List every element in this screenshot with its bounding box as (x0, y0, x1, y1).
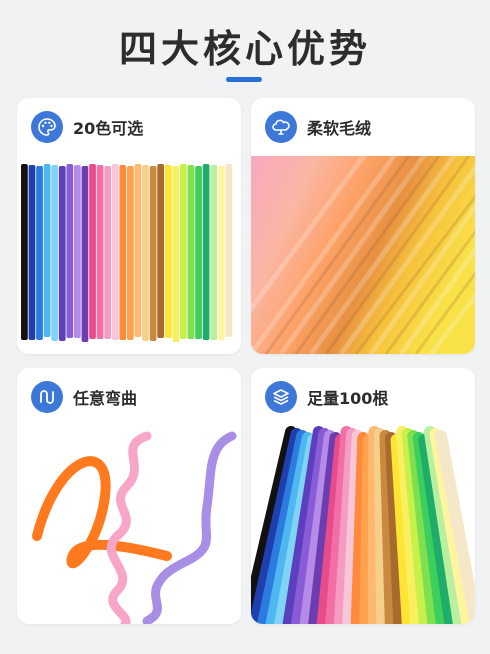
color-stick (81, 166, 89, 342)
color-stick (28, 165, 36, 340)
color-stick (172, 166, 180, 342)
card-label: 任意弯曲 (73, 389, 138, 408)
color-stick (157, 164, 165, 338)
title-underline (226, 77, 262, 82)
page-title: 四大核心优势 (118, 27, 371, 71)
color-stick (43, 164, 51, 337)
color-stick (104, 166, 112, 339)
color-stick (111, 164, 119, 340)
product-photo-soft-fibers (251, 156, 475, 354)
product-photo-color-sticks (17, 156, 241, 354)
product-photo-bundle (251, 426, 475, 624)
cotton-icon (265, 111, 297, 143)
layers-icon (265, 381, 297, 413)
color-stick (142, 165, 149, 341)
product-photo-bent-sticks (17, 426, 241, 624)
palette-icon (31, 111, 63, 143)
color-stick (134, 164, 142, 337)
color-stick (66, 164, 74, 338)
color-stick (96, 165, 104, 339)
color-stick (225, 164, 233, 337)
color-stick (127, 166, 134, 340)
color-stick (51, 165, 59, 341)
color-stick (36, 166, 43, 340)
color-stick (202, 164, 210, 340)
card-soft: 柔软毛绒 (251, 98, 475, 354)
card-bendable: 任意弯曲 (17, 368, 241, 624)
card-colors: 20色可选 (17, 98, 241, 354)
color-stick (21, 164, 28, 340)
card-header: 足量100根 (265, 380, 388, 414)
color-stick (195, 166, 202, 339)
color-stick (164, 165, 172, 338)
color-stick (149, 166, 157, 341)
color-stick (217, 166, 225, 340)
color-stick (210, 165, 218, 340)
card-quantity: 足量100根 (251, 368, 475, 624)
card-label: 足量100根 (307, 389, 389, 408)
color-stick (89, 164, 96, 339)
color-stick (187, 165, 195, 339)
color-stick (119, 165, 127, 340)
card-header: 柔软毛绒 (265, 110, 371, 144)
color-stick (180, 164, 187, 339)
bend-icon (31, 381, 63, 413)
card-label: 柔软毛绒 (307, 119, 372, 138)
card-header: 20色可选 (31, 110, 143, 144)
color-stick (58, 166, 66, 341)
card-header: 任意弯曲 (31, 380, 137, 414)
color-stick (74, 165, 81, 338)
card-label: 20色可选 (73, 119, 144, 138)
